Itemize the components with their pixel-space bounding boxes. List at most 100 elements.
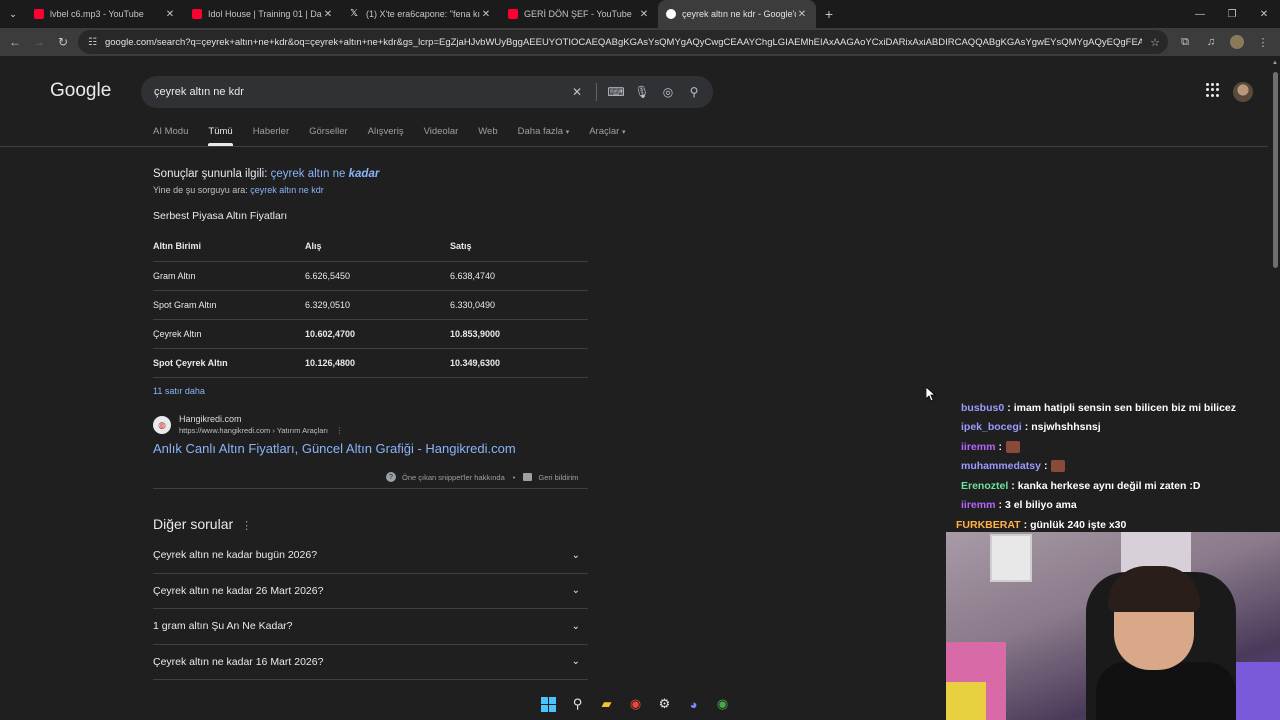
bookmark-star-icon[interactable]: ☆ — [1142, 36, 1168, 49]
close-tab-icon[interactable]: ✕ — [322, 9, 334, 20]
file-explorer-icon[interactable]: ▰ — [594, 692, 619, 717]
tab-videos[interactable]: Videolar — [424, 126, 459, 146]
paa-question[interactable]: Çeyrek altın ne kadar 16 Mart 2026? ⌄ — [153, 645, 588, 680]
browser-tab-strip: ⌄ lvbel c6.mp3 - YouTube ✕ Idol House | … — [0, 0, 1280, 28]
tab-title: GERİ DÖN ŞEF - YouTube — [524, 9, 632, 19]
scroll-up-icon[interactable]: ▲ — [1272, 60, 1278, 66]
microphone-icon[interactable]: 🎙 — [629, 85, 655, 99]
chevron-down-icon: ⌄ — [571, 549, 580, 561]
minimize-icon[interactable]: — — [1184, 0, 1216, 28]
feedback-link[interactable]: Geri bildirim — [538, 473, 578, 482]
chat-message: ipek_bocegi: nsjwhshhsnsj — [961, 421, 1101, 434]
discord-icon[interactable]: ◕ — [681, 692, 706, 717]
tab-news[interactable]: Haberler — [253, 126, 289, 146]
paa-question[interactable]: Çeyrek altın ne kadar bugün 2026? ⌄ — [153, 538, 588, 574]
back-icon[interactable]: ← — [3, 30, 27, 54]
browser-tab[interactable]: lvbel c6.mp3 - YouTube ✕ — [26, 0, 184, 28]
chat-text: 3 el biliyo ama — [1004, 499, 1077, 512]
chevron-down-icon: ⌄ — [571, 585, 580, 597]
close-window-icon[interactable]: ✕ — [1248, 0, 1280, 28]
nav-divider — [0, 146, 1268, 147]
browser-tab[interactable]: Idol House | Training 01 | Dans ✕ — [184, 0, 342, 28]
lens-icon[interactable]: ◎ — [655, 85, 681, 99]
search-icon[interactable]: ⚲ — [565, 692, 590, 717]
tab-all[interactable]: Tümü — [208, 126, 233, 146]
search-box[interactable]: çeyrek altın ne kdr ✕ ⌨ 🎙 ◎ ⚲ — [141, 76, 713, 108]
result-title-link[interactable]: Anlık Canlı Altın Fiyatları, Güncel Altı… — [153, 441, 516, 456]
browser-tab[interactable]: 𝕏 (1) X'te era6capone: "fena kıska ✕ — [342, 0, 500, 28]
tab-shopping[interactable]: Alışveriş — [368, 126, 404, 146]
youtube-icon — [34, 9, 44, 19]
about-snippets-link[interactable]: Öne çıkan snippet'ler hakkında — [402, 473, 505, 482]
extensions-icon[interactable]: ⧉ — [1172, 30, 1198, 54]
new-tab-button[interactable]: + — [816, 0, 842, 28]
cell-sell: 6.638,4740 — [450, 271, 496, 281]
chat-message: busbus0: imam hatipli sensin sen bilicen… — [961, 401, 1236, 414]
close-tab-icon[interactable]: ✕ — [638, 9, 650, 20]
address-bar[interactable]: ☷ google.com/search?q=çeyrek+altın+ne+kd… — [78, 30, 1168, 54]
paa-question[interactable]: Çeyrek altın ne kadar 26 Mart 2026? ⌄ — [153, 574, 588, 609]
chrome-icon[interactable]: ◉ — [710, 692, 735, 717]
tab-tools[interactable]: Araçlar ▾ — [589, 126, 625, 146]
table-row: Çeyrek Altın 10.602,4700 10.853,9000 — [153, 320, 588, 349]
search-input[interactable]: çeyrek altın ne kdr — [154, 86, 564, 98]
keyboard-icon[interactable]: ⌨ — [603, 85, 629, 99]
browser-tab[interactable]: GERİ DÖN ŞEF - YouTube ✕ — [500, 0, 658, 28]
browser-tab-active[interactable]: çeyrek altın ne kdr - Google'da ✕ — [658, 0, 816, 28]
corrected-query-link[interactable]: çeyrek altın ne kadar — [271, 168, 380, 180]
google-logo[interactable]: Google — [50, 80, 111, 102]
more-rows-link[interactable]: 11 satır daha — [153, 386, 205, 396]
background-decor — [946, 682, 986, 720]
paa-question[interactable]: 1 gram altın Şu An Ne Kadar? ⌄ — [153, 609, 588, 645]
people-also-ask-list: Çeyrek altın ne kadar bugün 2026? ⌄ Çeyre… — [153, 538, 588, 680]
cell-buy: 6.626,5450 — [305, 271, 351, 281]
tab-ai-mode[interactable]: AI Modu — [153, 126, 188, 146]
tab-tools-label: Araçlar — [589, 126, 620, 137]
search-nav-tabs: AI Modu Tümü Haberler Görseller Alışveri… — [153, 126, 645, 146]
windows-taskbar: ⚲ ▰ ◉ ⚙ ◕ ◉ — [536, 690, 746, 718]
tab-title: lvbel c6.mp3 - YouTube — [50, 9, 144, 19]
url-text[interactable]: google.com/search?q=çeyrek+altın+ne+kdr&… — [105, 37, 1142, 48]
column-header: Alış — [305, 240, 322, 251]
scrollbar-thumb[interactable] — [1273, 72, 1278, 268]
reload-icon[interactable]: ↻ — [51, 30, 75, 54]
windows-start-icon[interactable] — [536, 692, 561, 717]
cell-name: Çeyrek Altın — [153, 329, 202, 339]
cell-buy: 6.329,0510 — [305, 300, 351, 310]
feedback-icon — [523, 473, 533, 481]
profile-avatar[interactable] — [1224, 30, 1250, 54]
cell-buy: 10.126,4800 — [305, 358, 356, 368]
original-query-prefix: Yine de şu sorguyu ara: — [153, 185, 248, 195]
paa-options-icon[interactable]: ⋮ — [241, 520, 252, 532]
streamer-body — [1096, 662, 1236, 720]
spelling-correction: Sonuçlar şununla ilgili: çeyrek altın ne… — [153, 168, 379, 180]
snippet-title: Serbest Piyasa Altın Fiyatları — [153, 210, 288, 222]
tab-more[interactable]: Daha fazla ▾ — [518, 126, 570, 146]
app-icon[interactable]: ⚙ — [652, 692, 677, 717]
close-tab-icon[interactable]: ✕ — [796, 9, 808, 20]
question-text: Çeyrek altın ne kadar bugün 2026? — [153, 549, 318, 562]
chrome-icon[interactable]: ◉ — [623, 692, 648, 717]
media-controls-icon[interactable]: ♫ — [1198, 30, 1224, 54]
snippet-source[interactable]: ◍ Hangikredi.com https://www.hangikredi.… — [153, 414, 343, 435]
account-avatar[interactable] — [1233, 82, 1253, 102]
chat-text: imam hatipli sensin sen bilicen biz mi b… — [1013, 401, 1236, 414]
original-query-link[interactable]: çeyrek altın ne kdr — [250, 185, 324, 195]
wall-poster — [990, 534, 1032, 582]
result-options-icon[interactable]: ⋮ — [336, 426, 344, 435]
tab-more-label: Daha fazla — [517, 126, 564, 137]
chat-message: iiremm: 3 el biliyo ama — [961, 499, 1077, 512]
search-icon[interactable]: ⚲ — [681, 85, 707, 99]
forward-icon[interactable]: → — [27, 30, 51, 54]
site-info-icon[interactable]: ☷ — [88, 37, 97, 48]
tab-search-button[interactable]: ⌄ — [0, 0, 26, 28]
menu-kebab-icon[interactable]: ⋮ — [1250, 30, 1276, 54]
restore-icon[interactable]: ❐ — [1216, 0, 1248, 28]
chat-username: muhammedatsy — [961, 460, 1041, 473]
google-apps-icon[interactable] — [1206, 83, 1220, 97]
close-tab-icon[interactable]: ✕ — [164, 9, 176, 20]
tab-images[interactable]: Görseller — [309, 126, 348, 146]
clear-icon[interactable]: ✕ — [564, 85, 590, 99]
tab-web[interactable]: Web — [478, 126, 497, 146]
close-tab-icon[interactable]: ✕ — [480, 9, 492, 20]
